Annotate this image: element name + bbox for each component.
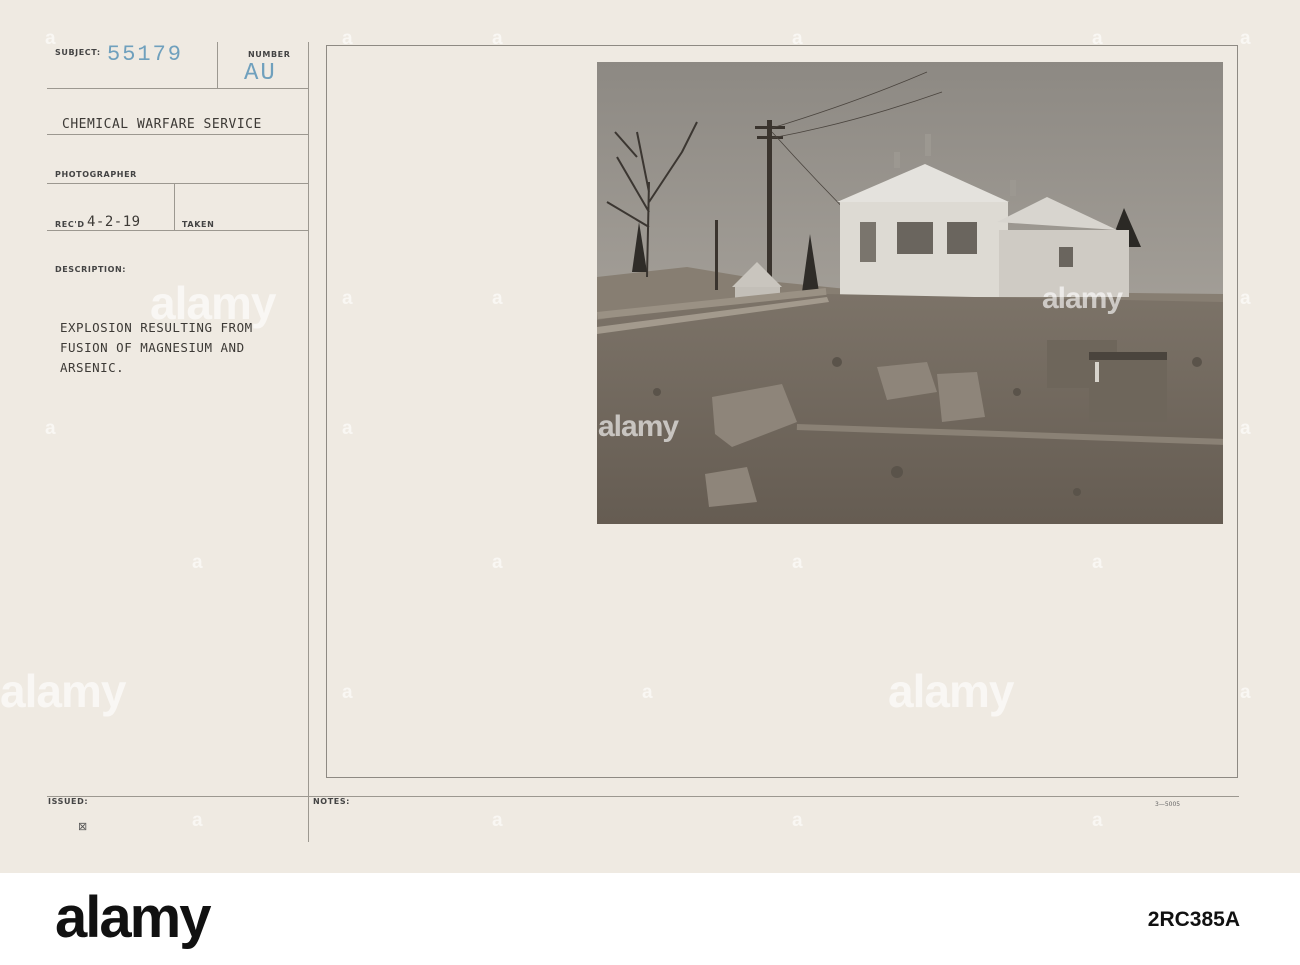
recd-date: 4-2-19: [87, 214, 141, 230]
watermark-mark: a: [192, 552, 203, 573]
explosion-site-photograph: [597, 62, 1223, 524]
watermark-mark: a: [1240, 418, 1251, 439]
watermark-mark: a: [492, 810, 503, 831]
description-label: DESCRIPTION:: [55, 265, 127, 274]
notes-label: NOTES:: [313, 797, 350, 806]
watermark-mark: a: [342, 682, 353, 703]
rule-recd: [47, 230, 309, 231]
watermark-mark: a: [1240, 28, 1251, 49]
number-label: NUMBER: [248, 50, 291, 59]
watermark-mark: a: [492, 28, 503, 49]
service-name: CHEMICAL WARFARE SERVICE: [62, 117, 262, 132]
watermark-mark: a: [1092, 28, 1103, 49]
watermark-mark: a: [642, 682, 653, 703]
taken-label: TAKEN: [182, 220, 215, 229]
subject-number: 55179: [107, 42, 184, 67]
description-line: FUSION OF MAGNESIUM AND: [60, 340, 245, 355]
watermark-mark: a: [1092, 552, 1103, 573]
issued-mark-icon: ⊠: [78, 821, 88, 833]
watermark-mark: a: [792, 810, 803, 831]
footer-image-id: 2RC385A: [1147, 908, 1240, 931]
watermark-mark: a: [192, 810, 203, 831]
recd-label: REC'D: [55, 220, 85, 229]
watermark-mark: a: [492, 552, 503, 573]
issued-label: ISSUED:: [48, 797, 89, 806]
watermark-mark: a: [45, 418, 56, 439]
rule-service: [47, 134, 309, 135]
watermark-mark: a: [342, 418, 353, 439]
watermark-mark: a: [1092, 810, 1103, 831]
watermark-mark: a: [492, 288, 503, 309]
photographer-label: PHOTOGRAPHER: [55, 170, 137, 179]
rule-notes: [309, 796, 1239, 797]
watermark-brand: alamy: [598, 410, 679, 443]
column-divider: [308, 42, 309, 842]
watermark-mark: a: [792, 552, 803, 573]
form-number: 3—5005: [1155, 801, 1181, 808]
number-stamp: AU: [244, 60, 277, 87]
footer-brand-logo: alamy: [55, 885, 211, 950]
archive-record-card: SUBJECT: 55179 NUMBER AU CHEMICAL WARFAR…: [0, 0, 1300, 873]
rule-header: [47, 88, 309, 89]
description-line: ARSENIC.: [60, 360, 125, 375]
watermark-mark: a: [342, 288, 353, 309]
header-divider: [217, 42, 218, 88]
watermark-mark: a: [792, 28, 803, 49]
rule-photographer: [47, 183, 309, 184]
watermark-mark: a: [1240, 682, 1251, 703]
recd-divider: [174, 183, 175, 230]
watermark-brand: alamy: [1042, 282, 1123, 315]
watermark-brand: alamy: [888, 665, 1014, 717]
watermark-brand: alamy: [0, 665, 126, 717]
watermark-mark: a: [1240, 288, 1251, 309]
watermark-brand: alamy: [150, 277, 276, 329]
subject-label: SUBJECT:: [55, 48, 101, 57]
watermark-mark: a: [342, 28, 353, 49]
watermark-mark: a: [45, 28, 56, 49]
